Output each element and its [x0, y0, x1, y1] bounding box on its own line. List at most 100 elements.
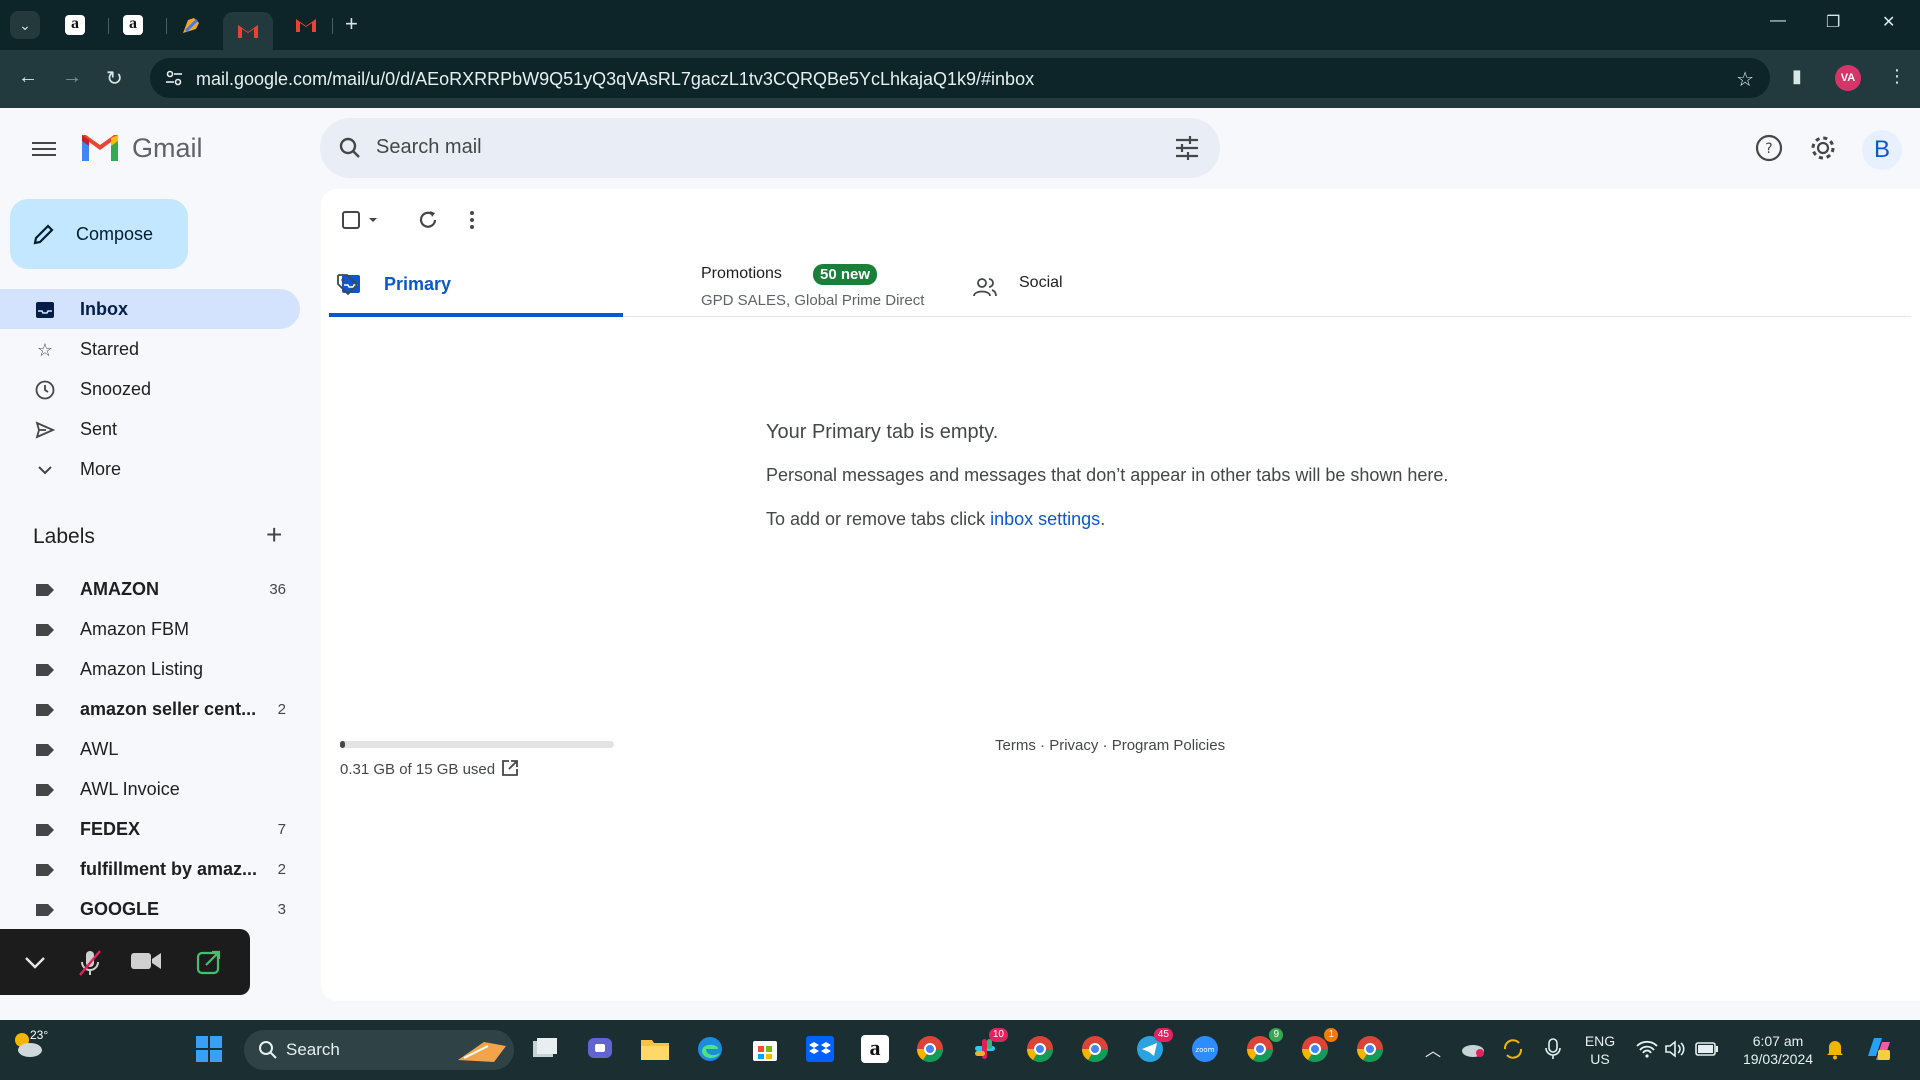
compose-button[interactable]: Compose: [10, 199, 188, 269]
sidebar-item-inbox[interactable]: Inbox: [0, 289, 300, 329]
external-link-icon[interactable]: [501, 759, 519, 777]
close-window-button[interactable]: ✕: [1882, 12, 1895, 32]
main-menu-icon[interactable]: [32, 138, 56, 160]
chevron-down-icon: [34, 459, 56, 481]
microsoft-store-icon[interactable]: [748, 1032, 782, 1066]
sidebar-label-item[interactable]: AWL: [0, 729, 300, 769]
onedrive-icon[interactable]: [1456, 1032, 1490, 1066]
inbox-settings-link[interactable]: inbox settings: [990, 509, 1100, 529]
telegram-icon[interactable]: 45: [1133, 1028, 1173, 1066]
chrome-profile-icon[interactable]: [1078, 1032, 1112, 1066]
site-settings-icon[interactable]: [164, 68, 184, 88]
sync-icon[interactable]: [1496, 1032, 1530, 1066]
chrome-profile-icon[interactable]: [1353, 1032, 1387, 1066]
mic-muted-icon[interactable]: [76, 949, 104, 977]
side-panel-icon[interactable]: ▮: [1792, 66, 1802, 87]
chrome-profile-icon[interactable]: [913, 1032, 947, 1066]
language-indicator[interactable]: ENG US: [1580, 1032, 1620, 1068]
account-avatar[interactable]: B: [1862, 130, 1902, 170]
sidebar-label-item[interactable]: Amazon FBM: [0, 609, 300, 649]
restore-button[interactable]: ❐: [1826, 12, 1840, 32]
address-bar-row: ← → ↻ mail.google.com/mail/u/0/d/AEoRXRR…: [0, 50, 1920, 108]
privacy-link[interactable]: Privacy: [1049, 737, 1098, 754]
search-input[interactable]: Search mail: [376, 136, 482, 159]
storage-usage-text: 0.31 GB of 15 GB used: [340, 761, 496, 778]
chevron-up-icon[interactable]: ︿: [1416, 1032, 1450, 1066]
language-code: ENG: [1584, 1033, 1616, 1049]
search-options-icon[interactable]: [1174, 135, 1200, 161]
taskbar-search[interactable]: Search: [244, 1030, 514, 1070]
tab-social-label[interactable]: Social: [1019, 274, 1063, 292]
create-label-button[interactable]: +: [266, 521, 282, 549]
share-screen-icon[interactable]: [196, 949, 222, 975]
label-tag-icon: [34, 859, 56, 881]
sidebar-label-count: 2: [277, 700, 286, 718]
volume-icon[interactable]: [1658, 1032, 1692, 1066]
chrome-profile-icon[interactable]: 9: [1243, 1028, 1283, 1066]
zoom-icon[interactable]: zoom: [1188, 1032, 1222, 1066]
chrome-profile-icon[interactable]: 1: [1298, 1028, 1338, 1066]
notification-bell-icon[interactable]: [1818, 1032, 1852, 1066]
svg-text:zoom: zoom: [1195, 1046, 1214, 1054]
amazon-app-icon[interactable]: a: [858, 1032, 892, 1066]
sidebar-item-starred[interactable]: ☆ Starred: [0, 329, 300, 369]
sidebar-item-snoozed[interactable]: Snoozed: [0, 369, 300, 409]
gmail-wordmark[interactable]: Gmail: [132, 133, 203, 164]
task-view-icon[interactable]: [528, 1032, 562, 1066]
url-text[interactable]: mail.google.com/mail/u/0/d/AEoRXRRPbW9Q5…: [196, 69, 1034, 90]
browser-menu-icon[interactable]: ⋮: [1888, 66, 1906, 87]
copilot-icon[interactable]: [1862, 1032, 1896, 1066]
minimize-button[interactable]: —: [1770, 12, 1786, 30]
microphone-icon[interactable]: [1536, 1032, 1570, 1066]
tab-amazon-2[interactable]: a: [120, 12, 146, 38]
terms-link[interactable]: Terms: [995, 737, 1036, 754]
tab-amazon-1[interactable]: a: [62, 12, 88, 38]
sidebar-label-item[interactable]: AWL Invoice: [0, 769, 300, 809]
tab-zapier[interactable]: [178, 12, 204, 38]
help-icon[interactable]: ?: [1755, 134, 1783, 162]
search-mail-box[interactable]: Search mail: [320, 118, 1220, 178]
omnibox[interactable]: mail.google.com/mail/u/0/d/AEoRXRRPbW9Q5…: [150, 58, 1770, 98]
forward-button[interactable]: →: [62, 66, 82, 89]
new-tab-button[interactable]: +: [345, 13, 358, 35]
reload-button[interactable]: ↻: [106, 66, 123, 91]
sidebar-item-sent[interactable]: Sent: [0, 409, 300, 449]
edge-browser-icon[interactable]: [693, 1032, 727, 1066]
clock[interactable]: 6:07 am 19/03/2024: [1728, 1032, 1828, 1068]
tab-promotions-label[interactable]: Promotions: [701, 265, 782, 283]
sidebar-label-item[interactable]: Amazon Listing: [0, 649, 300, 689]
gmail-logo-icon[interactable]: [80, 133, 120, 163]
select-checkbox-icon[interactable]: [341, 209, 381, 231]
file-explorer-icon[interactable]: [638, 1032, 672, 1066]
program-policies-link[interactable]: Program Policies: [1112, 737, 1225, 754]
chevron-down-icon[interactable]: [22, 949, 48, 975]
tab-gmail-active[interactable]: [223, 12, 273, 50]
tag-icon: [337, 274, 358, 295]
social-people-icon[interactable]: [973, 276, 997, 298]
sidebar-label-item[interactable]: fulfillment by amaz... 2: [0, 849, 300, 889]
sidebar-label-count: 3: [277, 900, 286, 918]
sidebar-item-more[interactable]: More: [0, 449, 300, 489]
sidebar-label-item[interactable]: amazon seller cent... 2: [0, 689, 300, 729]
weather-widget[interactable]: 23°: [10, 1028, 50, 1070]
start-button[interactable]: [192, 1032, 226, 1066]
video-camera-icon[interactable]: [130, 949, 162, 973]
sidebar-label-item[interactable]: FEDEX 7: [0, 809, 300, 849]
tab-primary[interactable]: Primary: [329, 257, 623, 317]
slack-icon[interactable]: 10: [968, 1028, 1008, 1066]
search-icon[interactable]: [338, 136, 362, 160]
sidebar-label-item[interactable]: GOOGLE 3: [0, 889, 300, 929]
battery-icon[interactable]: [1690, 1032, 1724, 1066]
more-options-icon[interactable]: [467, 209, 477, 231]
dropbox-icon[interactable]: [803, 1032, 837, 1066]
bookmark-star-icon[interactable]: ☆: [1736, 67, 1754, 92]
refresh-icon[interactable]: [417, 209, 439, 231]
back-button[interactable]: ←: [18, 66, 38, 89]
settings-gear-icon[interactable]: [1809, 134, 1837, 162]
sidebar-label-item[interactable]: AMAZON 36: [0, 569, 300, 609]
browser-profile-avatar[interactable]: VA: [1835, 65, 1861, 91]
teams-chat-icon[interactable]: [583, 1032, 617, 1066]
tab-search-button[interactable]: ⌄: [10, 11, 40, 39]
tab-gmail-2[interactable]: [293, 12, 319, 38]
chrome-profile-icon[interactable]: [1023, 1032, 1057, 1066]
